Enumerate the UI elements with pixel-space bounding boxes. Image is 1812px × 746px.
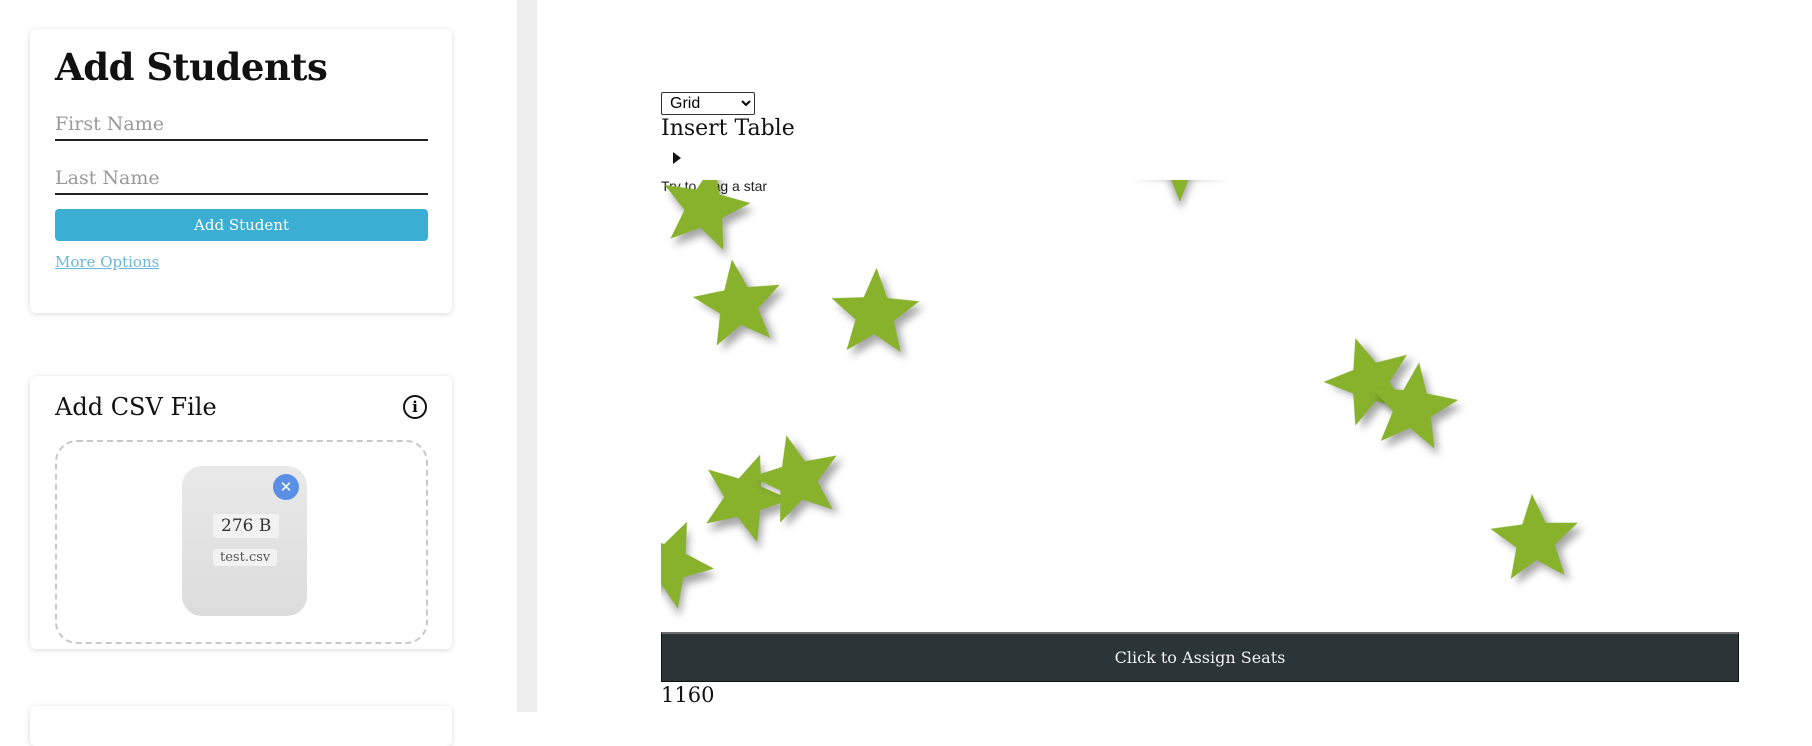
first-name-input[interactable] bbox=[55, 109, 428, 142]
star-icon[interactable] bbox=[661, 180, 762, 263]
remove-file-icon[interactable]: ✕ bbox=[273, 474, 299, 500]
sidebar: Add Students Add Student More Options Ad… bbox=[0, 0, 517, 746]
star-icon[interactable] bbox=[684, 249, 792, 357]
disclosure-triangle-icon[interactable] bbox=[673, 152, 681, 164]
file-name: test.csv bbox=[213, 549, 278, 566]
star-icon[interactable] bbox=[1484, 487, 1586, 589]
add-csv-card: Add CSV File i ✕ 276 B test.csv bbox=[30, 376, 452, 649]
main-area: Grid Insert Table Try to drag a star Cli… bbox=[537, 0, 1812, 712]
csv-dropzone[interactable]: ✕ 276 B test.csv bbox=[55, 440, 428, 644]
more-options-link[interactable]: More Options bbox=[55, 253, 159, 271]
info-icon[interactable]: i bbox=[403, 395, 427, 419]
add-students-card: Add Students Add Student More Options bbox=[30, 29, 452, 313]
counter-value: 1160 bbox=[661, 683, 715, 707]
next-card bbox=[30, 706, 452, 746]
assign-seats-button[interactable]: Click to Assign Seats bbox=[661, 632, 1739, 682]
sidebar-divider bbox=[517, 0, 537, 712]
seating-canvas[interactable] bbox=[661, 180, 1739, 632]
csv-header: Add CSV File i bbox=[55, 390, 427, 424]
file-preview: ✕ 276 B test.csv bbox=[182, 466, 307, 616]
star-icon[interactable] bbox=[825, 262, 924, 361]
last-name-input[interactable] bbox=[55, 163, 428, 196]
star-icon[interactable] bbox=[1111, 180, 1251, 222]
star-icon[interactable] bbox=[1359, 352, 1467, 460]
csv-title: Add CSV File bbox=[55, 393, 217, 421]
add-students-title: Add Students bbox=[55, 45, 328, 89]
insert-table-toggle[interactable]: Insert Table bbox=[661, 116, 795, 141]
add-student-button[interactable]: Add Student bbox=[55, 209, 428, 242]
layout-select[interactable]: Grid bbox=[661, 92, 755, 115]
file-size: 276 B bbox=[213, 514, 280, 538]
